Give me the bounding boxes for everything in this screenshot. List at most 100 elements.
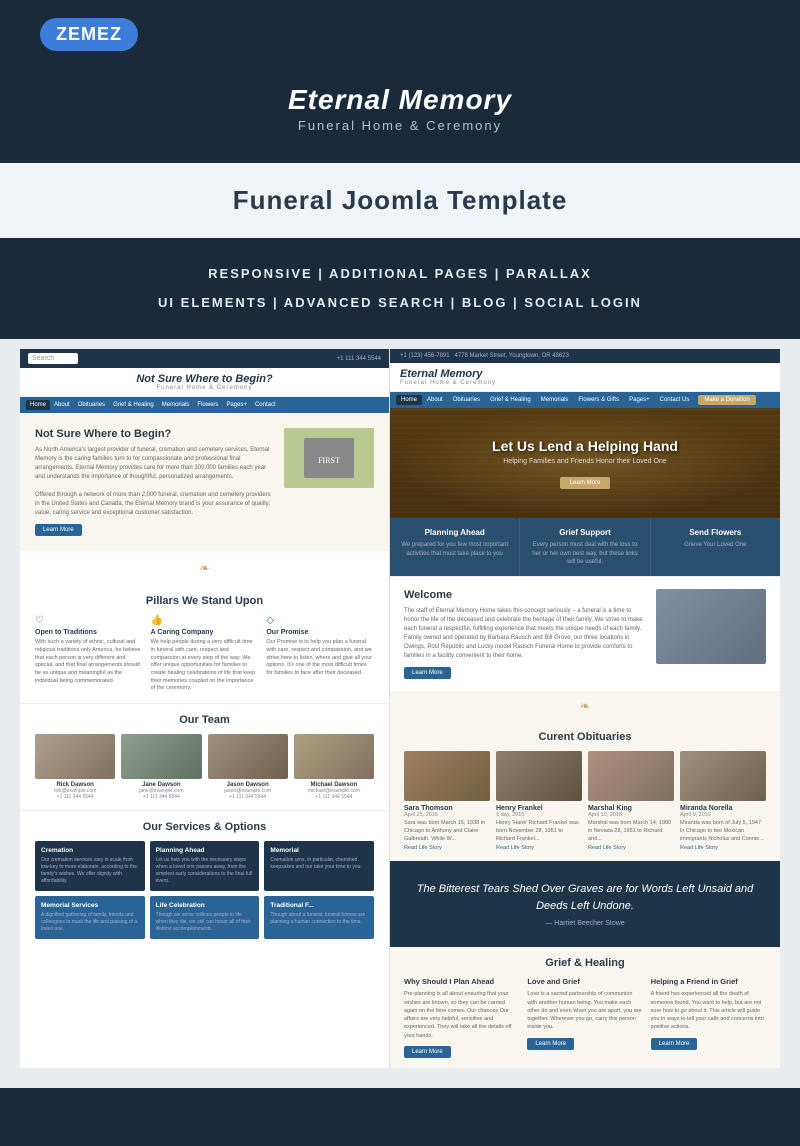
left-hero-btn[interactable]: Learn More (35, 524, 82, 536)
grief-col-2: Love and Grief Love is a sacred partners… (527, 977, 642, 1058)
service-box-flowers: Send Flowers Grieve Your Loved One (651, 518, 780, 576)
right-welcome-title: Welcome (404, 589, 646, 601)
service-title-planning: Planning Ahead (156, 847, 254, 854)
right-nav-obituaries[interactable]: Obituaries (448, 395, 485, 405)
obituaries-grid: Sara Thomson April 25, 2016 Sara was bor… (404, 751, 766, 851)
right-welcome-btn[interactable]: Learn More (404, 667, 451, 679)
service-text-memorial-services: A dignified gathering of family, friends… (41, 912, 139, 933)
right-welcome-text: Welcome The staff of Eternal Memory Home… (404, 589, 646, 679)
service-box-grief-text: Every person must deal with the loss to … (528, 541, 641, 566)
grief-btn-3[interactable]: Learn More (651, 1038, 698, 1050)
right-hero-title: Let Us Lend a Helping Hand (492, 438, 678, 454)
features-line1: RESPONSIVE | ADDITIONAL PAGES | PARALLAX (40, 260, 760, 289)
left-nav-grief[interactable]: Grief & Healing (109, 400, 158, 410)
team-contact-2: jane@example.com+1 111 344 5544 (121, 788, 201, 800)
service-title-memorial-services: Memorial Services (41, 902, 139, 909)
service-box-grief-title: Grief Support (528, 528, 641, 537)
quote-author: — Harriet Beecher Stowe (410, 920, 760, 927)
obit-name-3: Marshal King (588, 805, 674, 812)
left-nav-memorials[interactable]: Memorials (158, 400, 194, 410)
team-member-3: Jason Dawson jason@example.com+1 111 344… (208, 734, 288, 800)
right-contact: +1 (123) 456-7891 4778 Market Street, Yo… (400, 353, 569, 359)
diamond-icon: ◇ (266, 615, 374, 626)
grief-col-3: Helping a Friend in Grief A friend has e… (651, 977, 766, 1058)
right-nav-pages[interactable]: Pages+ (624, 395, 655, 405)
right-hero-btn[interactable]: Learn More (560, 477, 611, 489)
right-nav-donate-btn[interactable]: Make a Donation (698, 395, 755, 405)
right-nav-about[interactable]: About (422, 395, 448, 405)
pillar-1-title: Open to Traditions (35, 629, 143, 636)
obit-text-1: Sara was born March 15, 1938 in Chicago … (404, 820, 490, 843)
pillar-3-title: Our Promise (266, 629, 374, 636)
grief-btn-2[interactable]: Learn More (527, 1038, 574, 1050)
team-member-2: Jane Dawson jane@example.com+1 111 344 5… (121, 734, 201, 800)
right-nav-flowers[interactable]: Flowers & Gifts (573, 395, 624, 405)
team-title: Our Team (35, 714, 374, 726)
team-contact-1: rick@example.com+1 111 344 5544 (35, 788, 115, 800)
right-nav-home[interactable]: Home (396, 395, 422, 405)
obituaries-title: Curent Obituaries (404, 731, 766, 743)
services-grid-2: Memorial Services A dignified gathering … (35, 896, 374, 939)
right-brand-title: Eternal Memory (400, 368, 496, 380)
right-nav-contact[interactable]: Contact Us (655, 395, 695, 405)
right-brand-info: Eternal Memory Funeral Home & Ceremony (400, 368, 496, 386)
obit-photo-3 (588, 751, 674, 801)
obit-date-4: April 9, 2016 (680, 812, 766, 818)
right-nav-memorials[interactable]: Memorials (536, 395, 574, 405)
right-hero: Let Us Lend a Helping Hand Helping Famil… (390, 408, 780, 518)
obit-link-4[interactable]: Read Life Story (680, 845, 766, 851)
right-divider1: ❧ (390, 691, 780, 721)
right-welcome-image (656, 589, 766, 664)
template-label-section: Funeral Joomla Template (0, 163, 800, 238)
service-title-life-celebration: Life Celebration (156, 902, 254, 909)
grief-btn-1[interactable]: Learn More (404, 1046, 451, 1058)
obit-date-1: April 25, 2016 (404, 812, 490, 818)
obit-link-2[interactable]: Read Life Story (496, 845, 582, 851)
obit-text-2: Henry 'Hank' Richard Frankel was born No… (496, 820, 582, 843)
obit-card-3: Marshal King April 10, 2016 Marshal was … (588, 751, 674, 851)
left-nav-about[interactable]: About (50, 400, 74, 410)
team-member-4: Michael Dawson michael@example.com+1 111… (294, 734, 374, 800)
left-nav-obituaries[interactable]: Obituaries (74, 400, 109, 410)
ornament-icon2: ❧ (580, 699, 590, 713)
left-nav-flowers[interactable]: Flowers (193, 400, 222, 410)
left-nav-home[interactable]: Home (26, 400, 50, 410)
services-title: Our Services & Options (35, 821, 374, 833)
right-grief-healing: Grief & Healing Why Should I Plan Ahead … (390, 947, 780, 1068)
obit-link-3[interactable]: Read Life Story (588, 845, 674, 851)
right-brand: Eternal Memory Funeral Home & Ceremony (390, 363, 780, 392)
grief-col-3-text: A friend has experienced all the death o… (651, 990, 766, 1031)
service-text-cremation: Our cremation services vary in scale fro… (41, 857, 139, 885)
right-nav-grief[interactable]: Grief & Healing (485, 395, 536, 405)
heart-icon: ♡ (35, 615, 143, 626)
pillar-2: 👍 A Caring Company We help people during… (151, 615, 259, 693)
pillar-2-text: We help people during a very difficult t… (151, 639, 259, 693)
left-hero: Not Sure Where to Begin? As North Americ… (20, 413, 389, 551)
left-search[interactable]: Search (28, 353, 78, 364)
features-bar: RESPONSIVE | ADDITIONAL PAGES | PARALLAX… (0, 238, 800, 339)
service-text-traditional: Though about a funeral, funeral homes ar… (270, 912, 368, 926)
top-header: ZEMEZ Eternal Memory Funeral Home & Cere… (0, 0, 800, 163)
left-divider1: ❧ (20, 551, 389, 585)
left-nav-contact[interactable]: Contact (251, 400, 280, 410)
service-box-planning-text: We prepared for you few most important a… (398, 541, 511, 558)
obit-text-3: Marshal was born March 14, 1980 in Nevad… (588, 820, 674, 843)
obit-card-4: Miranda Norella April 9, 2016 Miranda wa… (680, 751, 766, 851)
left-contact-info: +1 111 344 5544 (337, 356, 381, 362)
left-hero-image-inner (284, 428, 374, 488)
grief-col-1: Why Should I Plan Ahead Pre-planning is … (404, 977, 519, 1058)
team-grid: Rick Dawson rick@example.com+1 111 344 5… (35, 734, 374, 800)
service-text-life-celebration: Though we serve millions people to life … (156, 912, 254, 933)
service-card-planning: Planning Ahead Let us help you with the … (150, 841, 260, 891)
right-hero-sub: Helping Families and Friends Honor their… (492, 458, 678, 465)
preview-wrapper: Search +1 111 344 5544 Not Sure Where to… (20, 349, 780, 1068)
preview-container: Search +1 111 344 5544 Not Sure Where to… (0, 339, 800, 1088)
zemez-logo[interactable]: ZEMEZ (40, 18, 138, 51)
obit-link-1[interactable]: Read Life Story (404, 845, 490, 851)
left-services: Our Services & Options Cremation Our cre… (20, 810, 389, 949)
left-hero-title: Not Sure Where to Begin? (35, 428, 274, 440)
grief-col-2-title: Love and Grief (527, 977, 642, 986)
left-nav-pages[interactable]: Pages+ (222, 400, 251, 410)
left-nav: Home About Obituaries Grief & Healing Me… (20, 397, 389, 413)
obit-photo-1 (404, 751, 490, 801)
